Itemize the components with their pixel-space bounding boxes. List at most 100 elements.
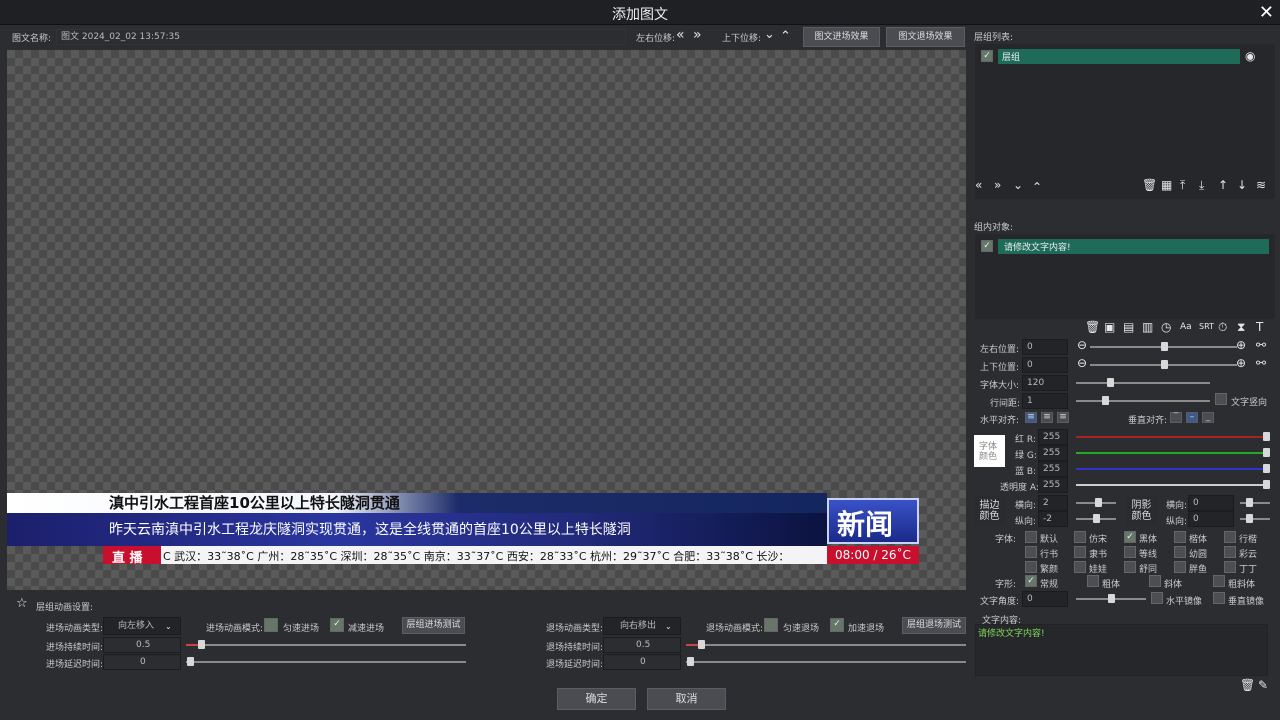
move-up-icon[interactable]: ⌃ — [1032, 180, 1042, 194]
align-right-button[interactable]: ≡ — [1057, 412, 1069, 423]
out-delay-input[interactable]: 0 — [603, 654, 681, 670]
preview-canvas[interactable]: 滇中引水工程首座10公里以上特长隧洞贯通 昨天云南滇中引水工程龙庆隧洞实现贯通，… — [7, 50, 966, 590]
out-delay-track[interactable] — [686, 661, 966, 663]
in-duration-knob[interactable] — [198, 640, 205, 649]
to-bottom-icon[interactable]: ⤓ — [1199, 178, 1204, 192]
y-plus-icon[interactable]: ⊕ — [1236, 356, 1246, 370]
close-icon[interactable]: ✕ — [1259, 2, 1274, 23]
shift-right-icon[interactable]: » — [693, 28, 702, 42]
red-knob[interactable] — [1263, 432, 1270, 441]
clear-icon[interactable]: ▦ — [1161, 178, 1172, 192]
move-left-icon[interactable]: « — [975, 178, 982, 192]
chevron-down-icon[interactable]: ⌄ — [665, 620, 672, 634]
layer-item[interactable]: 层组 — [998, 49, 1240, 64]
shift-down-icon[interactable]: ⌄ — [764, 28, 775, 42]
blue-knob[interactable] — [1263, 464, 1270, 473]
vertical-text-checkbox[interactable] — [1215, 393, 1227, 405]
font-color-swatch[interactable]: 字体颜色 — [974, 435, 1005, 467]
blue-input[interactable]: 255 — [1038, 461, 1068, 477]
in-test-button[interactable]: 层组进场测试 — [402, 617, 465, 634]
hmirror-checkbox[interactable] — [1151, 592, 1163, 604]
object-checkbox[interactable]: ✓ — [981, 240, 993, 252]
vmirror-checkbox[interactable] — [1213, 592, 1225, 604]
font-option-checkbox[interactable] — [1074, 546, 1086, 558]
shadow-v-track[interactable] — [1240, 518, 1270, 520]
y-pos-input[interactable]: 0 — [1022, 357, 1068, 373]
font-option-checkbox[interactable] — [1174, 561, 1186, 573]
move-right-icon[interactable]: » — [994, 178, 1001, 192]
line-spacing-knob[interactable] — [1102, 396, 1109, 405]
font-option-checkbox[interactable] — [1124, 561, 1136, 573]
blue-track[interactable] — [1076, 468, 1266, 470]
edit-text-icon[interactable]: ✎ — [1258, 678, 1268, 692]
font-style-checkbox[interactable]: ✓ — [1025, 575, 1037, 587]
font-option-checkbox[interactable] — [1025, 561, 1037, 573]
textbox-icon[interactable]: T — [1256, 320, 1263, 334]
angle-knob[interactable] — [1108, 594, 1115, 603]
alpha-input[interactable]: 255 — [1038, 477, 1068, 493]
layer-visible-checkbox[interactable]: ✓ — [981, 50, 993, 62]
calendar-icon[interactable]: ▥ — [1142, 320, 1153, 334]
alpha-track[interactable] — [1076, 484, 1266, 486]
stroke-v-knob[interactable] — [1093, 514, 1100, 523]
video-icon[interactable]: ▤ — [1123, 320, 1134, 334]
accel-out-checkbox[interactable]: ✓ — [830, 618, 844, 632]
red-input[interactable]: 255 — [1038, 429, 1068, 445]
up-arrow-icon[interactable]: ↑ — [1218, 178, 1228, 192]
font-option-checkbox[interactable] — [1224, 546, 1236, 558]
font-size-track[interactable] — [1076, 382, 1210, 384]
align-left-button[interactable]: ≡ — [1025, 412, 1037, 423]
content-textarea[interactable]: 请修改文字内容! — [975, 624, 1268, 676]
shadow-h-track[interactable] — [1240, 502, 1270, 504]
delete-layer-icon[interactable]: 🗑 — [1142, 178, 1157, 192]
x-plus-icon[interactable]: ⊕ — [1236, 338, 1246, 352]
valign-top-button[interactable]: ‾ — [1170, 412, 1182, 423]
y-minus-icon[interactable]: ⊖ — [1077, 356, 1087, 370]
enter-effect-button[interactable]: 图文进场效果 — [803, 27, 880, 47]
shift-left-icon[interactable]: « — [676, 28, 685, 42]
down-arrow-icon[interactable]: ↓ — [1237, 178, 1247, 192]
stroke-color-button[interactable]: 描边颜色 — [974, 496, 1005, 525]
y-link-icon[interactable]: ⚯ — [1256, 356, 1266, 370]
stroke-h-knob[interactable] — [1095, 498, 1102, 507]
chevron-down-icon[interactable]: ⌄ — [165, 620, 172, 634]
shadow-h-knob[interactable] — [1246, 498, 1253, 507]
x-minus-icon[interactable]: ⊖ — [1077, 338, 1087, 352]
align-center-button[interactable]: ≡ — [1041, 412, 1053, 423]
in-delay-track[interactable] — [186, 661, 466, 663]
out-duration-knob[interactable] — [698, 640, 705, 649]
stroke-v-input[interactable]: -2 — [1038, 511, 1068, 527]
shadow-h-input[interactable]: 0 — [1188, 495, 1234, 511]
green-track[interactable] — [1076, 452, 1266, 454]
valign-bottom-button[interactable]: _ — [1202, 412, 1214, 423]
to-top-icon[interactable]: ⤒ — [1180, 178, 1185, 192]
font-option-checkbox[interactable] — [1074, 531, 1086, 543]
out-test-button[interactable]: 层组退场测试 — [902, 617, 966, 634]
font-option-checkbox[interactable] — [1074, 561, 1086, 573]
green-input[interactable]: 255 — [1038, 445, 1068, 461]
image-icon[interactable]: ▣ — [1104, 320, 1115, 334]
exit-effect-button[interactable]: 图文退场效果 — [886, 27, 965, 47]
font-option-checkbox[interactable] — [1174, 531, 1186, 543]
delete-text-icon[interactable]: 🗑 — [1240, 678, 1255, 692]
font-style-checkbox[interactable] — [1213, 575, 1225, 587]
srt-icon[interactable]: SRT — [1199, 320, 1214, 334]
shadow-v-knob[interactable] — [1246, 514, 1253, 523]
out-duration-track[interactable] — [686, 644, 966, 646]
object-item[interactable]: 请修改文字内容! — [998, 239, 1269, 254]
font-option-checkbox[interactable] — [1124, 546, 1136, 558]
line-spacing-track[interactable] — [1076, 400, 1210, 402]
in-delay-knob[interactable] — [187, 657, 194, 666]
clock-icon[interactable]: ◷ — [1161, 320, 1171, 334]
x-link-icon[interactable]: ⚯ — [1256, 338, 1266, 352]
font-style-checkbox[interactable] — [1087, 575, 1099, 587]
shadow-color-button[interactable]: 阴影颜色 — [1126, 496, 1157, 525]
delete-object-icon[interactable]: 🗑 — [1085, 320, 1100, 334]
y-slider-knob[interactable] — [1161, 360, 1168, 369]
out-duration-input[interactable]: 0.5 — [603, 637, 681, 653]
decel-in-checkbox[interactable]: ✓ — [330, 618, 344, 632]
out-delay-knob[interactable] — [687, 657, 694, 666]
font-option-checkbox[interactable]: ✓ — [1124, 531, 1136, 543]
move-down-icon[interactable]: ⌄ — [1013, 178, 1023, 192]
hourglass-icon[interactable]: ⧗ — [1237, 320, 1245, 334]
